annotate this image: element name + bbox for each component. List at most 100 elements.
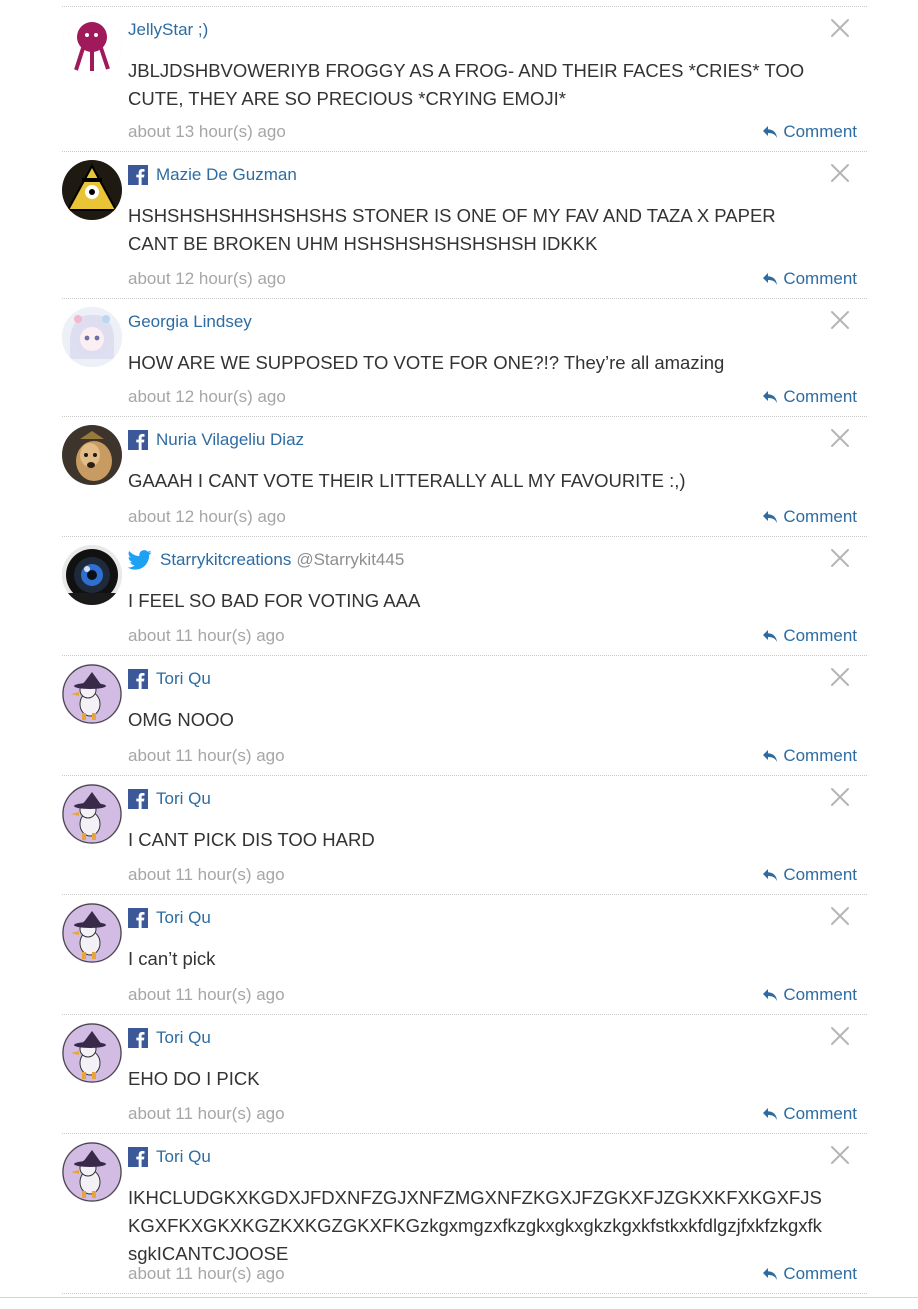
avatar[interactable]: [62, 664, 122, 724]
reply-icon: [762, 125, 783, 139]
comment-reply-button[interactable]: Comment: [762, 746, 857, 766]
timestamp: about 11 hour(s) ago: [128, 985, 285, 1004]
author-name[interactable]: Tori Qu: [156, 669, 211, 689]
close-icon[interactable]: [829, 427, 851, 449]
comment-reply-button[interactable]: Comment: [762, 269, 857, 289]
comment-text: I can’t pick: [128, 948, 216, 969]
comment-header: Starrykitcreations @Starrykit445: [128, 547, 404, 573]
reply-label: Comment: [783, 507, 857, 526]
author-name[interactable]: Georgia Lindsey: [128, 312, 252, 332]
comment-text: JBLJDSHBVOWERIYB FROGGY AS A FROG- AND T…: [128, 60, 805, 109]
avatar[interactable]: [62, 903, 122, 963]
facebook-icon: [128, 165, 148, 185]
reply-icon: [762, 868, 783, 882]
comment-header: Nuria Vilageliu Diaz: [128, 427, 304, 453]
avatar[interactable]: [62, 1023, 122, 1083]
user-handle: @Starrykit445: [296, 550, 405, 569]
author-name[interactable]: JellyStar ;): [128, 20, 208, 40]
comment-reply-button[interactable]: Comment: [762, 985, 857, 1005]
comment-item: Georgia Lindsey HOW ARE WE SUPPOSED TO VO…: [62, 299, 867, 417]
reply-icon: [762, 272, 783, 286]
comment-item: JellyStar ;) JBLJDSHBVOWERIYB FROGGY AS A…: [62, 7, 867, 152]
avatar[interactable]: [62, 15, 122, 75]
author-name[interactable]: Starrykitcreations: [160, 550, 291, 570]
comment-text: I FEEL SO BAD FOR VOTING AAA: [128, 590, 421, 611]
comment-reply-button[interactable]: Comment: [762, 1264, 857, 1284]
comment-reply-button[interactable]: Comment: [762, 122, 857, 142]
twitter-icon: [128, 550, 152, 570]
divider: [0, 1297, 918, 1298]
reply-label: Comment: [783, 985, 857, 1004]
facebook-icon: [128, 789, 148, 809]
author-name[interactable]: Mazie De Guzman: [156, 165, 297, 185]
comment-feed: JellyStar ;) JBLJDSHBVOWERIYB FROGGY AS A…: [62, 0, 867, 1294]
timestamp: about 11 hour(s) ago: [128, 746, 285, 765]
reply-label: Comment: [783, 269, 857, 288]
author-name[interactable]: Nuria Vilageliu Diaz: [156, 430, 304, 450]
avatar[interactable]: [62, 784, 122, 844]
comment-item: Tori Qu IKHCLUDGKXKGDXJFDXNFZGJXNFZMGXNFZ…: [62, 1134, 867, 1294]
reply-icon: [762, 629, 783, 643]
timestamp: about 12 hour(s) ago: [128, 269, 286, 288]
comment-item: Nuria Vilageliu Diaz GAAAH I CANT VOTE TH…: [62, 417, 867, 537]
comment-reply-button[interactable]: Comment: [762, 865, 857, 885]
comment-text: GAAAH I CANT VOTE THEIR LITTERALLY ALL M…: [128, 470, 686, 491]
comment-reply-button[interactable]: Comment: [762, 1104, 857, 1124]
avatar[interactable]: [62, 545, 122, 605]
close-icon[interactable]: [829, 547, 851, 569]
comment-header: Mazie De Guzman: [128, 162, 297, 188]
timestamp: about 11 hour(s) ago: [128, 626, 285, 645]
timestamp: about 11 hour(s) ago: [128, 1104, 285, 1123]
comment-header: Georgia Lindsey: [128, 309, 252, 335]
facebook-icon: [128, 1028, 148, 1048]
divider: [62, 0, 867, 7]
comment-item: Tori Qu I can’t pick about 11 hour(s) ago C…: [62, 895, 867, 1015]
comment-text: HOW ARE WE SUPPOSED TO VOTE FOR ONE?!? T…: [128, 352, 725, 373]
close-icon[interactable]: [829, 162, 851, 184]
comment-header: JellyStar ;): [128, 17, 208, 43]
facebook-icon: [128, 908, 148, 928]
avatar[interactable]: [62, 1142, 122, 1202]
author-name[interactable]: Tori Qu: [156, 908, 211, 928]
close-icon[interactable]: [829, 786, 851, 808]
comment-header: Tori Qu: [128, 786, 211, 812]
author-name[interactable]: Tori Qu: [156, 1028, 211, 1048]
close-icon[interactable]: [829, 666, 851, 688]
timestamp: about 11 hour(s) ago: [128, 865, 285, 884]
author-name[interactable]: Tori Qu: [156, 1147, 211, 1167]
comment-header: Tori Qu: [128, 1025, 211, 1051]
reply-label: Comment: [783, 122, 857, 141]
avatar[interactable]: [62, 425, 122, 485]
close-icon[interactable]: [829, 1025, 851, 1047]
avatar[interactable]: [62, 307, 122, 367]
close-icon[interactable]: [829, 1144, 851, 1166]
reply-icon: [762, 1267, 783, 1281]
timestamp: about 12 hour(s) ago: [128, 507, 286, 526]
reply-icon: [762, 510, 783, 524]
reply-icon: [762, 749, 783, 763]
comment-header: Tori Qu: [128, 1144, 211, 1170]
reply-icon: [762, 390, 783, 404]
comment-item: Tori Qu EHO DO I PICK about 11 hour(s) ago…: [62, 1015, 867, 1134]
comment-header: Tori Qu: [128, 666, 211, 692]
comment-text: HSHSHSHSHHSHSHSHS STONER IS ONE OF MY FA…: [128, 205, 776, 254]
close-icon[interactable]: [829, 17, 851, 39]
comment-item: Mazie De Guzman HSHSHSHSHHSHSHSHS STONER …: [62, 152, 867, 299]
author-name[interactable]: Tori Qu: [156, 789, 211, 809]
comment-reply-button[interactable]: Comment: [762, 626, 857, 646]
facebook-icon: [128, 669, 148, 689]
timestamp: about 13 hour(s) ago: [128, 122, 286, 141]
reply-label: Comment: [783, 746, 857, 765]
comment-reply-button[interactable]: Comment: [762, 507, 857, 527]
comment-text: OMG NOOO: [128, 709, 234, 730]
comment-text: I CANT PICK DIS TOO HARD: [128, 829, 375, 850]
avatar[interactable]: [62, 160, 122, 220]
reply-icon: [762, 1107, 783, 1121]
close-icon[interactable]: [829, 905, 851, 927]
comment-text: EHO DO I PICK: [128, 1068, 260, 1089]
close-icon[interactable]: [829, 309, 851, 331]
comment-text: IKHCLUDGKXKGDXJFDXNFZGJXNFZMGXNFZKGXJFZG…: [128, 1187, 822, 1264]
comment-item: Starrykitcreations @Starrykit445 I FEEL SO…: [62, 537, 867, 656]
comment-reply-button[interactable]: Comment: [762, 387, 857, 407]
timestamp: about 11 hour(s) ago: [128, 1264, 285, 1283]
